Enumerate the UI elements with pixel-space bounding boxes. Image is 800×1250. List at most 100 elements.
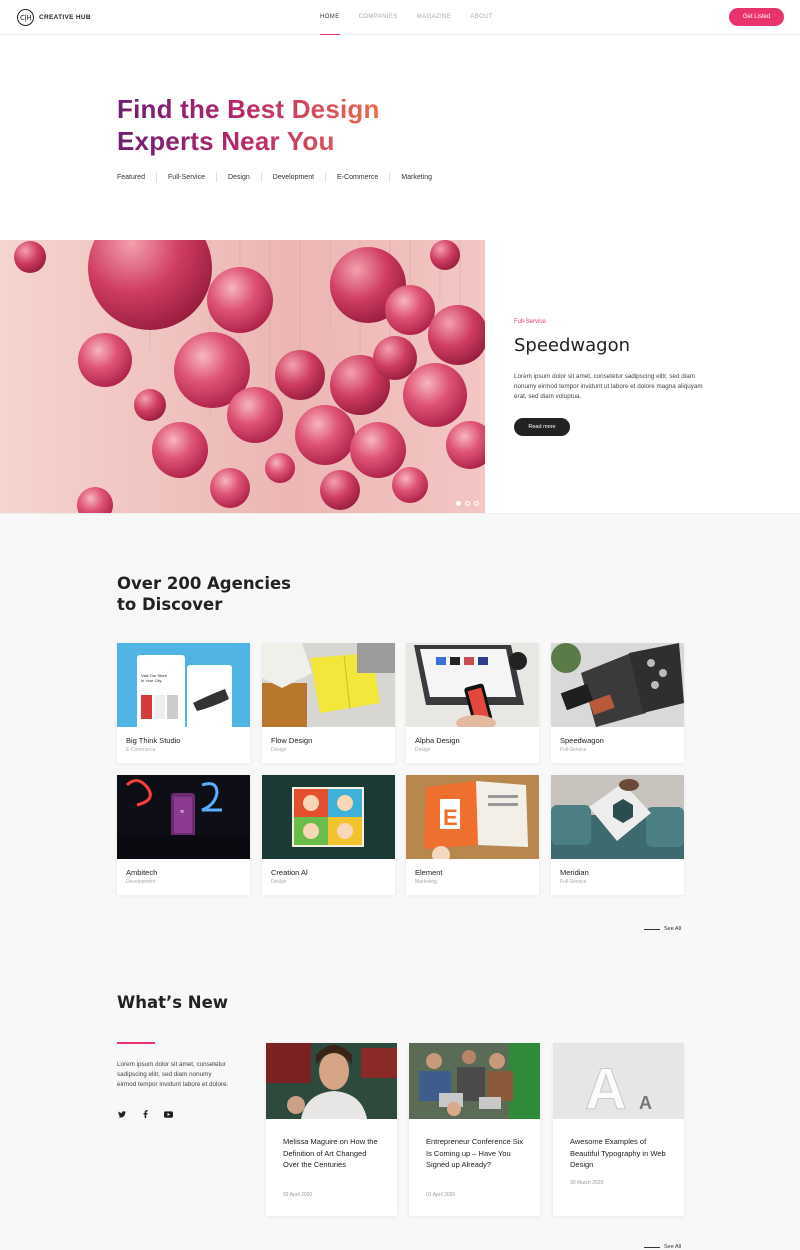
agency-image bbox=[262, 775, 395, 859]
article-image: A A bbox=[553, 1043, 684, 1119]
agency-image bbox=[262, 643, 395, 727]
agency-category: Development bbox=[126, 879, 156, 885]
agency-name: Element bbox=[415, 868, 443, 877]
news-title: What’s New bbox=[117, 993, 229, 1012]
large-letter-a: A bbox=[585, 1057, 627, 1119]
filter-divider bbox=[389, 172, 391, 182]
orange-book-photo: E bbox=[406, 775, 539, 859]
news-description: Lorem ipsum dolor sit amet, consetetur s… bbox=[117, 1061, 229, 1088]
neon-app-mark: ≡ bbox=[180, 809, 184, 815]
article-date: 30 March 2020 bbox=[570, 1180, 604, 1186]
agency-category: Full-Service bbox=[560, 879, 587, 885]
hero-title-line-2: Experts Near You bbox=[117, 126, 335, 156]
filter-featured[interactable]: Featured bbox=[117, 174, 145, 181]
agency-card[interactable]: Alpha Design Design bbox=[406, 643, 539, 763]
read-more-button[interactable]: Read more bbox=[514, 418, 570, 436]
agency-category: E-Commerce bbox=[126, 747, 156, 753]
stationery-mockup-photo bbox=[551, 643, 684, 727]
agency-name: Alpha Design bbox=[415, 736, 460, 745]
agency-name: Creation Al bbox=[271, 868, 308, 877]
filter-marketing[interactable]: Marketing bbox=[401, 174, 432, 181]
filter-e-commerce[interactable]: E-Commerce bbox=[337, 174, 378, 181]
nav-home[interactable]: HOME bbox=[320, 0, 340, 35]
agency-card[interactable]: ≡ Ambitech Development bbox=[117, 775, 250, 895]
article-date: 01 April 2020 bbox=[426, 1192, 456, 1198]
agency-card[interactable]: Visit Our Store In Your City Big Think S… bbox=[117, 643, 250, 763]
sofa-pillow-photo bbox=[551, 775, 684, 859]
neon-phone-photo: ≡ bbox=[117, 775, 250, 859]
conference-photo bbox=[409, 1043, 540, 1119]
agencies-title: Over 200 Agencies to Discover bbox=[117, 573, 291, 615]
agency-category: Design bbox=[271, 747, 287, 753]
filter-divider bbox=[325, 172, 327, 182]
agency-image bbox=[551, 643, 684, 727]
agency-card[interactable]: Flow Design Design bbox=[262, 643, 395, 763]
see-all-line bbox=[644, 928, 660, 930]
agency-image: ≡ bbox=[117, 775, 250, 859]
agency-image: Visit Our Store In Your City bbox=[117, 643, 250, 727]
banner-title: Speedwagon bbox=[514, 335, 631, 356]
slider-dot-2[interactable] bbox=[465, 501, 470, 506]
slider-dot-1[interactable] bbox=[456, 501, 461, 506]
agency-category: Marketing bbox=[415, 879, 437, 885]
site-header: C|H CREATIVE HUB HOME COMPANIES MAGAZINE… bbox=[0, 0, 800, 35]
see-all-agencies-link[interactable]: See All bbox=[644, 926, 681, 932]
filter-design[interactable]: Design bbox=[228, 174, 250, 181]
news-article-card[interactable]: Melissa Maguire on How the Definition of… bbox=[266, 1043, 397, 1216]
article-title: Awesome Examples of Beautiful Typography… bbox=[570, 1137, 666, 1170]
yellow-book-photo bbox=[262, 643, 395, 727]
agency-image: E bbox=[406, 775, 539, 859]
agency-name: Big Think Studio bbox=[126, 736, 181, 745]
portrait-photo bbox=[266, 1043, 397, 1119]
facebook-icon[interactable] bbox=[140, 1109, 150, 1119]
news-article-card[interactable]: Entrepreneur Conference Six Is Coming up… bbox=[409, 1043, 540, 1216]
agency-card[interactable]: Creation Al Design bbox=[262, 775, 395, 895]
agency-name: Speedwagon bbox=[560, 736, 604, 745]
filter-divider bbox=[156, 172, 158, 182]
slider-dot-3[interactable] bbox=[474, 501, 479, 506]
youtube-icon[interactable] bbox=[163, 1109, 173, 1119]
agency-name: Ambitech bbox=[126, 868, 158, 877]
twitter-icon[interactable] bbox=[117, 1109, 127, 1119]
category-filters: Featured Full-Service Design Development… bbox=[117, 172, 432, 182]
agency-category: Design bbox=[415, 747, 431, 753]
hero-title: Find the Best Design Experts Near You bbox=[117, 93, 380, 157]
social-links bbox=[117, 1109, 173, 1119]
agency-card[interactable]: Meridian Full-Service bbox=[551, 775, 684, 895]
agencies-title-line-2: to Discover bbox=[117, 595, 223, 614]
agency-card[interactable]: E Element Marketing bbox=[406, 775, 539, 895]
agency-image bbox=[406, 643, 539, 727]
book-letter: E bbox=[443, 805, 458, 830]
logo[interactable]: C|H CREATIVE HUB bbox=[17, 9, 91, 26]
agencies-title-line-1: Over 200 Agencies bbox=[117, 574, 292, 593]
featured-banner-image bbox=[0, 240, 485, 513]
nav-companies[interactable]: COMPANIES bbox=[359, 0, 398, 35]
phone-store-text: In Your City bbox=[141, 678, 161, 683]
article-date: 02 April 2020 bbox=[283, 1192, 313, 1198]
small-letter-a: A bbox=[639, 1093, 652, 1113]
laptop-phone-photo bbox=[406, 643, 539, 727]
see-all-news-link[interactable]: See All bbox=[644, 1244, 681, 1250]
news-article-card[interactable]: A A Awesome Examples of Beautiful Typogr… bbox=[553, 1043, 684, 1216]
nav-magazine[interactable]: MAGAZINE bbox=[417, 0, 452, 35]
agency-category: Full-Service bbox=[560, 747, 587, 753]
see-all-label: See All bbox=[664, 926, 682, 932]
ecommerce-phone-mockup: Visit Our Store In Your City bbox=[117, 643, 250, 727]
agency-image bbox=[551, 775, 684, 859]
article-image bbox=[266, 1043, 397, 1119]
banner-category: Full-Service bbox=[514, 319, 546, 325]
logo-mark: C|H bbox=[17, 9, 34, 26]
filter-full-service[interactable]: Full-Service bbox=[168, 174, 205, 181]
agency-card[interactable]: Speedwagon Full-Service bbox=[551, 643, 684, 763]
pink-spheres-illustration bbox=[0, 240, 485, 513]
main-nav: HOME COMPANIES MAGAZINE ABOUT bbox=[320, 0, 493, 35]
see-all-line bbox=[644, 1246, 660, 1248]
get-listed-button[interactable]: Get Listed bbox=[729, 8, 784, 26]
filter-divider bbox=[215, 172, 217, 182]
banner-description: Lorem ipsum dolor sit amet, consetetur s… bbox=[514, 373, 703, 400]
see-all-label: See All bbox=[664, 1244, 682, 1250]
filter-development[interactable]: Development bbox=[273, 174, 314, 181]
typography-photo: A A bbox=[553, 1043, 684, 1119]
article-title: Melissa Maguire on How the Definition of… bbox=[283, 1137, 378, 1170]
nav-about[interactable]: ABOUT bbox=[470, 0, 493, 35]
